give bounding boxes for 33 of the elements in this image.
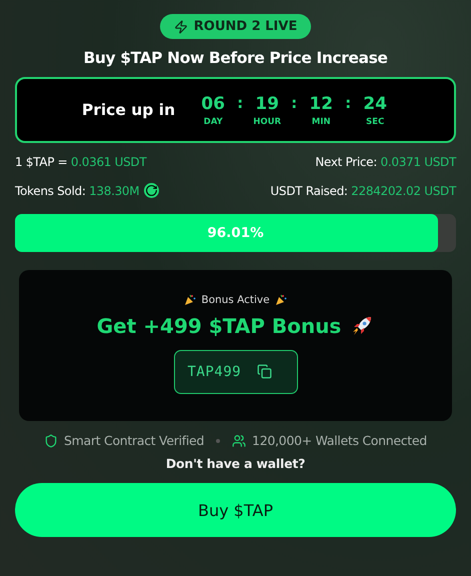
stat-text: 1 $TAP = 0.0361 USDT	[15, 155, 146, 169]
time-separator: :	[237, 94, 244, 112]
bonus-headline: Get +499 $TAP Bonus	[96, 314, 342, 338]
headline: Buy $TAP Now Before Price Increase	[83, 49, 388, 67]
countdown-label: Price up in	[82, 101, 176, 119]
countdown-value: 24	[363, 94, 387, 114]
countdown-unit: SEC	[366, 116, 384, 126]
party-popper-icon	[184, 294, 196, 306]
shield-icon	[44, 434, 58, 448]
round-badge: ROUND 2 LIVE	[160, 14, 312, 39]
progress-reading: 96.01%	[207, 225, 264, 241]
lightning-icon	[174, 20, 188, 34]
stat-text: USDT Raised: 2284202.02 USDT	[270, 184, 456, 198]
countdown-value: 19	[255, 94, 279, 114]
bonus-status: Bonus Active	[201, 294, 270, 306]
countdown-unit: DAY	[204, 116, 223, 126]
refresh-icon[interactable]	[144, 183, 160, 198]
countdown-unit: MIN	[312, 116, 331, 126]
countdown-unit: HOUR	[253, 116, 282, 126]
users-icon	[232, 434, 246, 448]
copy-icon	[257, 364, 272, 379]
party-popper-icon	[274, 294, 287, 306]
countdown-value: 12	[309, 94, 333, 114]
time-separator: :	[345, 94, 352, 112]
trust-text: 120,000+ Wallets Connected	[252, 433, 427, 448]
stat-text: Next Price: 0.0371 USDT	[315, 155, 456, 169]
trust-text: Smart Contract Verified	[64, 433, 204, 448]
buy-button[interactable]: Buy $TAP	[15, 483, 456, 537]
stat-text: Tokens Sold: 138.30M	[15, 184, 140, 198]
time-separator: :	[291, 94, 298, 112]
wallet-prompt[interactable]: Don't have a wallet?	[166, 456, 306, 471]
countdown-value: 06	[201, 94, 225, 114]
promo-code-button[interactable]: TAP499	[174, 350, 298, 394]
